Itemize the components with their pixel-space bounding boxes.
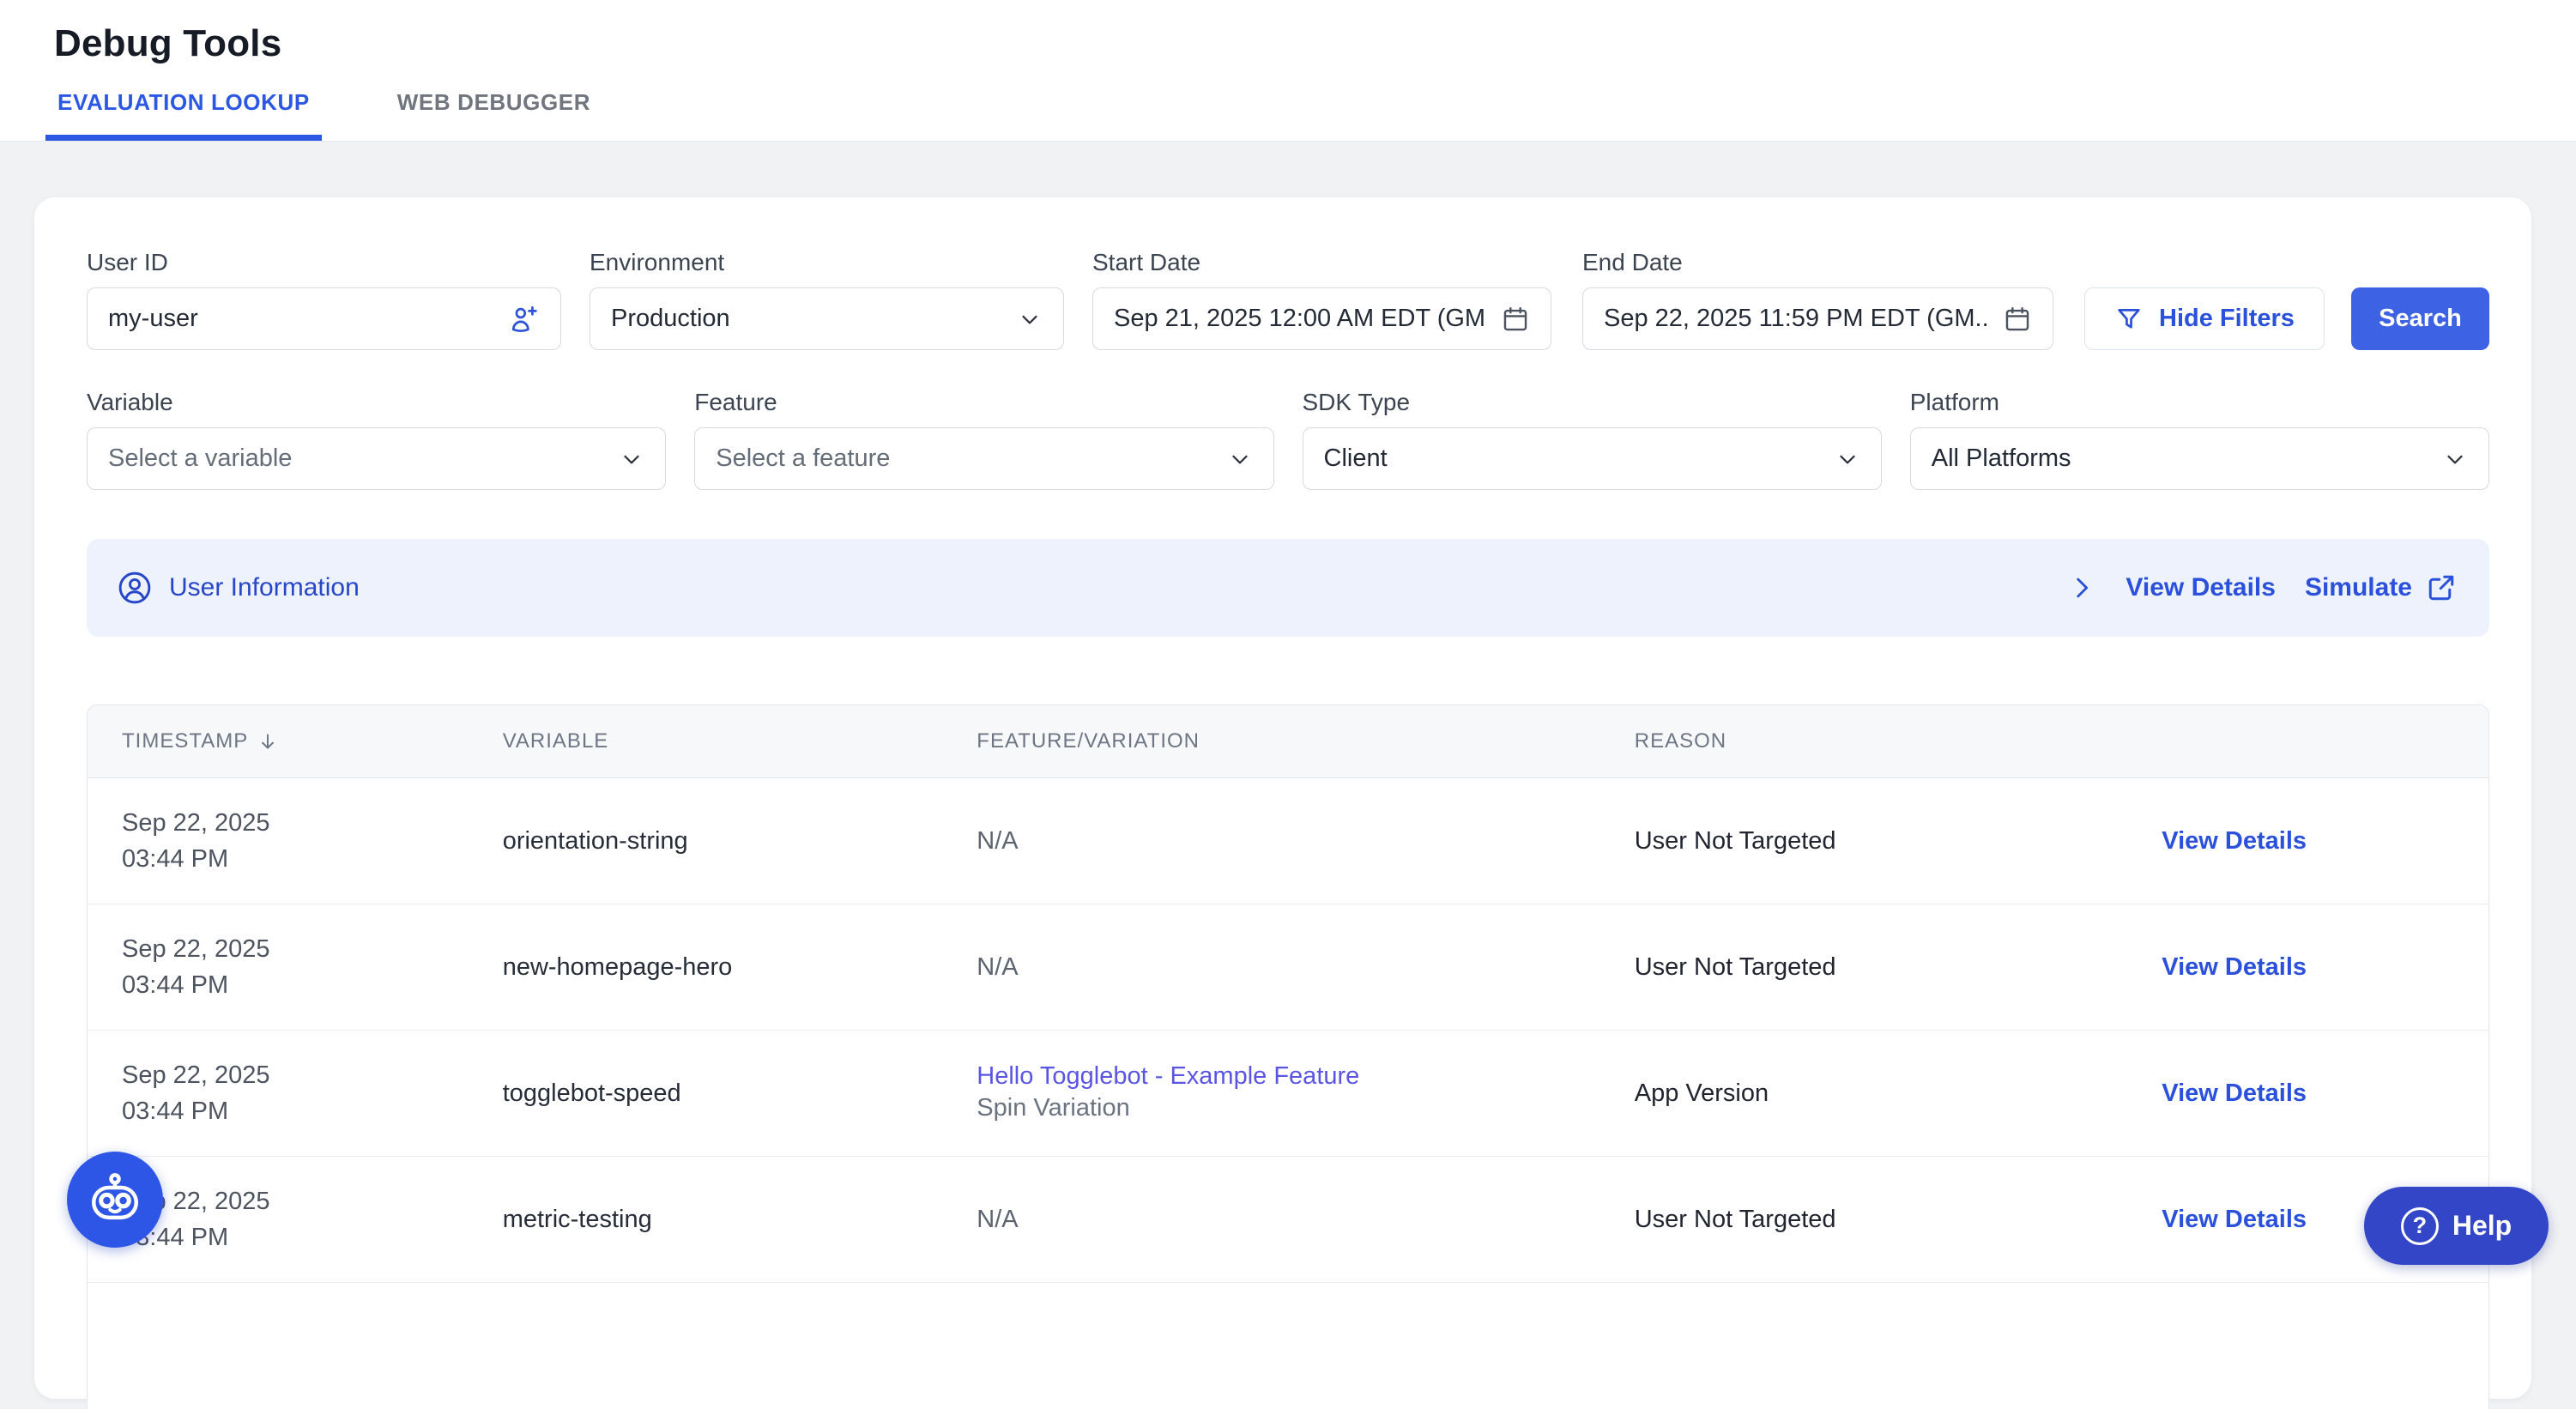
cell-variable: new-homepage-hero [469, 953, 943, 982]
togglebot-robot-icon [84, 1169, 146, 1231]
end-date-input[interactable]: Sep 22, 2025 11:59 PM EDT (GM... [1582, 287, 2053, 350]
page-title: Debug Tools [54, 22, 2576, 65]
cell-feature-na: N/A [977, 953, 1018, 981]
column-header-variable[interactable]: VARIABLE [469, 729, 943, 753]
tab-evaluation-lookup[interactable]: EVALUATION LOOKUP [45, 89, 322, 141]
help-button[interactable]: ? Help [2364, 1187, 2549, 1265]
cell-timestamp-date: Sep 22, 2025 [122, 1057, 469, 1093]
table-row: Sep 22, 202503:44 PM metric-testing N/A … [88, 1157, 2488, 1283]
column-header-feature-variation[interactable]: FEATURE/VARIATION [942, 729, 1599, 753]
evaluations-table: TIMESTAMP VARIABLE FEATURE/VARIATION REA… [87, 704, 2489, 1409]
table-row-partial [88, 1283, 2488, 1409]
cell-variable: metric-testing [469, 1206, 943, 1234]
feature-label: Feature [694, 389, 1273, 416]
column-header-timestamp[interactable]: TIMESTAMP [88, 729, 469, 753]
platform-select[interactable]: All Platforms [1910, 427, 2489, 490]
help-label: Help [2452, 1210, 2512, 1242]
sdk-type-select[interactable]: Client [1303, 427, 1882, 490]
arrow-down-icon [257, 730, 279, 753]
user-information-bar: User Information View Details Simulate [87, 539, 2489, 637]
cell-variable: orientation-string [469, 827, 943, 856]
cell-timestamp-date: Sep 22, 2025 [122, 1183, 469, 1219]
variable-select[interactable]: Select a variable [87, 427, 666, 490]
environment-value: Production [611, 305, 730, 333]
table-row: Sep 22, 202503:44 PM togglebot-speed Hel… [88, 1031, 2488, 1157]
platform-label: Platform [1910, 389, 2489, 416]
table-row: Sep 22, 202503:44 PM new-homepage-hero N… [88, 904, 2488, 1031]
chevron-down-icon [2442, 446, 2468, 472]
cell-feature-link[interactable]: Hello Togglebot - Example Feature [977, 1062, 1599, 1091]
chevron-down-icon [1835, 446, 1860, 472]
cell-reason: User Not Targeted [1600, 1206, 2128, 1234]
variable-label: Variable [87, 389, 666, 416]
hide-filters-label: Hide Filters [2159, 305, 2295, 333]
row-view-details-link[interactable]: View Details [2127, 827, 2488, 856]
external-link-icon [2426, 572, 2457, 603]
cell-reason: App Version [1600, 1079, 2128, 1108]
cell-reason: User Not Targeted [1600, 953, 2128, 982]
calendar-icon[interactable] [1501, 305, 1530, 334]
cell-feature-na: N/A [977, 827, 1018, 855]
start-date-value: Sep 21, 2025 12:00 AM EDT (GM... [1114, 305, 1487, 333]
filter-row-secondary: Variable Select a variable Feature Selec… [87, 389, 2489, 490]
sdk-type-label: SDK Type [1303, 389, 1882, 416]
sdk-type-value: Client [1324, 444, 1388, 473]
chevron-down-icon [1017, 306, 1043, 332]
togglebot-fab-button[interactable] [67, 1152, 163, 1248]
cell-timestamp-time: 03:44 PM [122, 1219, 469, 1255]
chevron-right-icon[interactable] [2067, 573, 2096, 602]
simulate-link[interactable]: Simulate [2305, 572, 2457, 603]
tab-web-debugger[interactable]: WEB DEBUGGER [385, 89, 602, 141]
user-id-input[interactable]: my-user [87, 287, 561, 350]
start-date-label: Start Date [1092, 249, 1551, 276]
cell-timestamp-date: Sep 22, 2025 [122, 805, 469, 841]
cell-variation: Spin Variation [977, 1091, 1599, 1125]
cell-timestamp-time: 03:44 PM [122, 967, 469, 1003]
table-header-row: TIMESTAMP VARIABLE FEATURE/VARIATION REA… [88, 705, 2488, 778]
row-view-details-link[interactable]: View Details [2127, 1079, 2488, 1108]
column-header-reason[interactable]: REASON [1600, 729, 2128, 753]
page-header: Debug Tools EVALUATION LOOKUP WEB DEBUGG… [0, 0, 2576, 142]
cell-timestamp-date: Sep 22, 2025 [122, 931, 469, 967]
cell-reason: User Not Targeted [1600, 827, 2128, 856]
filter-row-primary: User ID my-user Environment Production [87, 249, 2489, 350]
cell-timestamp-time: 03:44 PM [122, 841, 469, 877]
view-details-link[interactable]: View Details [2126, 573, 2276, 602]
user-id-value: my-user [108, 305, 198, 333]
hide-filters-button[interactable]: Hide Filters [2084, 287, 2325, 350]
row-view-details-link[interactable]: View Details [2127, 953, 2488, 982]
variable-placeholder: Select a variable [108, 444, 292, 473]
cell-timestamp-time: 03:44 PM [122, 1093, 469, 1129]
person-add-icon[interactable] [507, 303, 540, 336]
platform-value: All Platforms [1932, 444, 2071, 473]
question-circle-icon: ? [2401, 1207, 2439, 1245]
calendar-icon[interactable] [2003, 305, 2032, 334]
tab-bar: EVALUATION LOOKUP WEB DEBUGGER [45, 89, 602, 141]
chevron-down-icon [1227, 446, 1253, 472]
environment-label: Environment [590, 249, 1064, 276]
environment-select[interactable]: Production [590, 287, 1064, 350]
end-date-value: Sep 22, 2025 11:59 PM EDT (GM... [1604, 305, 1989, 333]
end-date-label: End Date [1582, 249, 2053, 276]
simulate-label: Simulate [2305, 573, 2412, 602]
funnel-icon [2114, 305, 2144, 334]
debug-tools-card: User ID my-user Environment Production [34, 197, 2531, 1399]
feature-placeholder: Select a feature [716, 444, 890, 473]
feature-select[interactable]: Select a feature [694, 427, 1273, 490]
start-date-input[interactable]: Sep 21, 2025 12:00 AM EDT (GM... [1092, 287, 1551, 350]
chevron-down-icon [619, 446, 644, 472]
user-information-title: User Information [169, 573, 360, 602]
cell-feature-na: N/A [977, 1206, 1018, 1233]
table-row: Sep 22, 202503:44 PM orientation-string … [88, 778, 2488, 904]
user-circle-icon [116, 569, 154, 607]
search-button[interactable]: Search [2351, 287, 2489, 350]
user-id-label: User ID [87, 249, 561, 276]
cell-variable: togglebot-speed [469, 1079, 943, 1108]
